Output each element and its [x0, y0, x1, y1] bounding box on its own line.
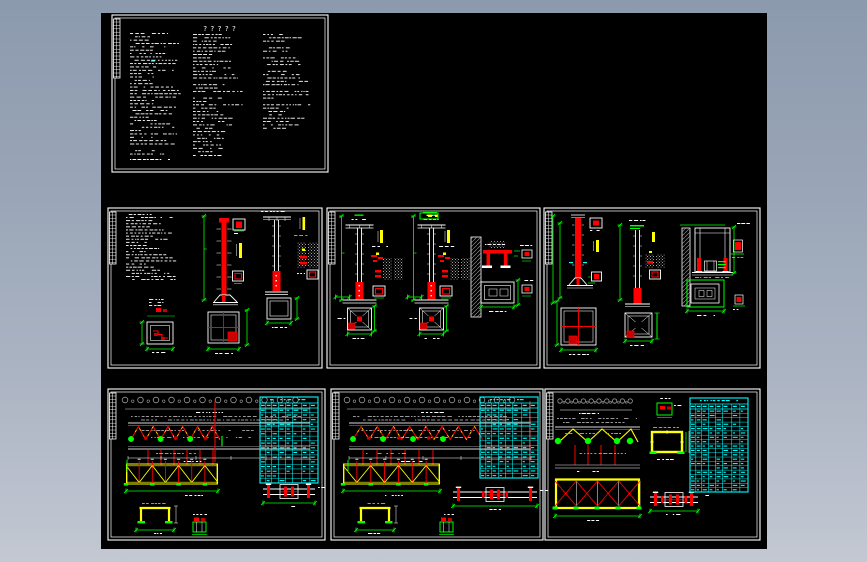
truss-detail-sheet-3 — [544, 388, 761, 541]
sheet-title: ????? — [203, 25, 239, 33]
column-footing-detail-sheet-2 — [326, 207, 541, 369]
column-anchor-detail-sheet-3 — [543, 207, 761, 369]
truss-elevation-sheet-2 — [330, 388, 548, 541]
cad-preview-window: ????? — [0, 0, 867, 562]
general-notes-sheet: ????? — [111, 14, 329, 173]
drawing-canvas[interactable]: ????? — [101, 13, 767, 549]
cad-drawing: ????? — [107, 14, 761, 541]
truss-elevation-sheet-1 — [107, 388, 326, 541]
column-footing-detail-sheet-1 — [107, 207, 323, 369]
